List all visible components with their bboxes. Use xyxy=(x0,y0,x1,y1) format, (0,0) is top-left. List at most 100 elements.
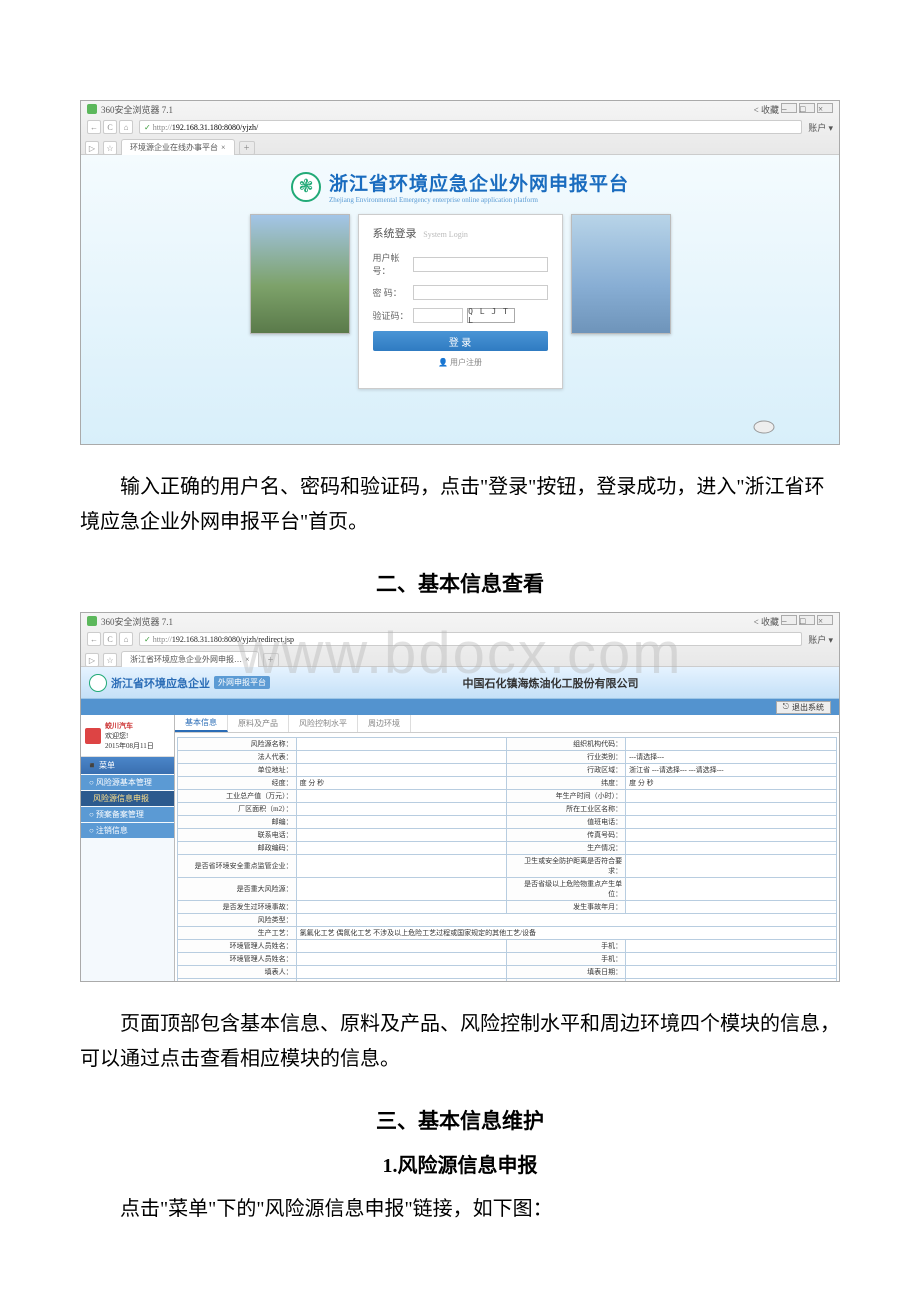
table-row: 风险源名称：组织机构代码： xyxy=(178,738,837,751)
new-tab-button[interactable]: + xyxy=(239,141,255,155)
nav-back-button[interactable]: ← xyxy=(87,632,101,646)
field-value[interactable] xyxy=(296,764,507,777)
table-row: 工业总产值（万元）：年生产时间（小时）： xyxy=(178,790,837,803)
field-value[interactable] xyxy=(626,855,837,878)
field-value[interactable] xyxy=(296,803,507,816)
nav-forward-button[interactable]: C xyxy=(103,120,117,134)
field-value[interactable] xyxy=(626,966,837,979)
nav-back-button[interactable]: ← xyxy=(87,120,101,134)
bookmark-button[interactable]: ☆ xyxy=(103,141,117,155)
field-value[interactable] xyxy=(296,790,507,803)
maximize-button[interactable]: □ xyxy=(799,615,815,625)
field-value[interactable]: 浙江省 ---请选择--- ---请选择--- xyxy=(626,764,837,777)
field-value[interactable] xyxy=(296,829,507,842)
field-value[interactable]: ---请选择--- xyxy=(626,751,837,764)
minimize-button[interactable]: – xyxy=(781,615,797,625)
tab-3[interactable]: 周边环境 xyxy=(358,715,411,732)
browser-tab[interactable]: 环境源企业在线办事平台 × xyxy=(121,139,235,155)
field-label: 纬度： xyxy=(507,777,626,790)
tab-2[interactable]: 风险控制水平 xyxy=(289,715,358,732)
sidebar-item-report[interactable]: 风险源信息申报 xyxy=(81,791,174,806)
field-value[interactable] xyxy=(296,953,507,966)
field-label: 填表日期： xyxy=(507,966,626,979)
nav-home-button[interactable]: ⌂ xyxy=(119,120,133,134)
field-value[interactable]: 度 分 秒 xyxy=(626,777,837,790)
field-value[interactable] xyxy=(296,966,507,979)
field-value[interactable] xyxy=(296,842,507,855)
login-panel: 系统登录 System Login 用户帐号： 密 码： 验证码： Q xyxy=(358,214,563,389)
field-value[interactable] xyxy=(296,901,507,914)
browser-title: 360安全浏览器 7.1 xyxy=(101,615,173,628)
new-tab-button[interactable]: + xyxy=(263,653,279,667)
field-value[interactable] xyxy=(296,914,836,927)
tab-close-icon[interactable]: × xyxy=(221,143,226,152)
close-button[interactable]: × xyxy=(817,615,833,625)
table-row: 是否发生过环境事故：发生事故年月： xyxy=(178,901,837,914)
field-value[interactable] xyxy=(626,829,837,842)
field-value[interactable] xyxy=(296,878,507,901)
field-value[interactable] xyxy=(626,803,837,816)
captcha-input[interactable] xyxy=(413,308,464,323)
field-value[interactable] xyxy=(626,953,837,966)
account-dropdown[interactable]: 账户 ▾ xyxy=(808,633,833,646)
field-value[interactable] xyxy=(626,816,837,829)
sidebar-item-basic[interactable]: ○ 风险源基本管理 xyxy=(81,775,174,790)
tab-0[interactable]: 基本信息 xyxy=(175,715,228,732)
field-value[interactable]: 度 分 秒 xyxy=(296,777,507,790)
captcha-label: 验证码： xyxy=(373,309,413,322)
bookmark-button[interactable]: ☆ xyxy=(103,653,117,667)
field-value[interactable] xyxy=(296,855,507,878)
address-bar[interactable]: ✓ http://192.168.31.180:8080/yjzh/ xyxy=(139,120,802,134)
field-label: 手机： xyxy=(507,953,626,966)
field-value[interactable] xyxy=(296,979,507,983)
field-label: 风险类型： xyxy=(178,914,297,927)
captcha-image[interactable]: Q L J T L xyxy=(467,308,515,323)
field-value[interactable] xyxy=(626,738,837,751)
content-area: 基本信息原料及产品风险控制水平周边环境 风险源名称：组织机构代码：法人代表：行业… xyxy=(175,715,839,982)
tab-close-icon[interactable]: × xyxy=(245,655,250,664)
tab-1[interactable]: 原料及产品 xyxy=(228,715,289,732)
field-value[interactable] xyxy=(626,940,837,953)
table-row: 生产工艺：氯氟化工艺 偶氮化工艺 不涉及以上危险工艺过程或国家规定的其他工艺/设… xyxy=(178,927,837,940)
nav-forward-button[interactable]: C xyxy=(103,632,117,646)
maximize-button[interactable]: □ xyxy=(799,103,815,113)
field-label: 邮编： xyxy=(178,816,297,829)
exit-button[interactable]: ⎋ 退出系统 xyxy=(776,701,831,714)
sidebar-item-cancel[interactable]: ○ 注销信息 xyxy=(81,823,174,838)
user-input[interactable] xyxy=(413,257,548,272)
field-label: 联系电话： xyxy=(178,829,297,842)
field-value[interactable] xyxy=(626,790,837,803)
mouse-icon xyxy=(749,415,779,435)
paragraph-2: 页面顶部包含基本信息、原料及产品、风险控制水平和周边环境四个模块的信息，可以通过… xyxy=(80,1007,840,1077)
browser-tab[interactable]: 浙江省环境应急企业外网申报… × xyxy=(121,651,259,667)
password-input[interactable] xyxy=(413,285,548,300)
field-value[interactable] xyxy=(296,940,507,953)
address-bar[interactable]: ✓ http://192.168.31.180:8080/yjzh/redire… xyxy=(139,632,802,646)
field-value[interactable]: 氯氟化工艺 偶氮化工艺 不涉及以上危险工艺过程或国家规定的其他工艺/设备 xyxy=(296,927,836,940)
field-value[interactable] xyxy=(296,738,507,751)
login-button[interactable]: 登 录 xyxy=(373,331,548,351)
field-value[interactable] xyxy=(626,979,837,983)
table-row: 邮政编码：生产情况： xyxy=(178,842,837,855)
menu-title: ◾ 菜单 xyxy=(81,757,174,774)
field-label: 填表人： xyxy=(178,966,297,979)
field-value[interactable] xyxy=(296,816,507,829)
login-panel-title: 系统登录 xyxy=(373,228,417,240)
register-link[interactable]: 用户注册 xyxy=(450,358,482,367)
field-value[interactable] xyxy=(626,842,837,855)
subheading-risk-report: 1.风险源信息申报 xyxy=(80,1149,840,1178)
field-label: 邮政编码： xyxy=(178,842,297,855)
field-value[interactable] xyxy=(296,751,507,764)
tab-list-button[interactable]: ▷ xyxy=(85,653,99,667)
right-hint: < 收藏 xyxy=(754,103,779,116)
minimize-button[interactable]: – xyxy=(781,103,797,113)
tab-list-button[interactable]: ▷ xyxy=(85,141,99,155)
field-label: 审核日期： xyxy=(507,979,626,983)
nav-home-button[interactable]: ⌂ xyxy=(119,632,133,646)
sidebar-item-plan[interactable]: ○ 预案备案管理 xyxy=(81,807,174,822)
field-value[interactable] xyxy=(626,901,837,914)
field-label: 是否省环境安全重点监管企业： xyxy=(178,855,297,878)
close-button[interactable]: × xyxy=(817,103,833,113)
account-dropdown[interactable]: 账户 ▾ xyxy=(808,121,833,134)
field-value[interactable] xyxy=(626,878,837,901)
